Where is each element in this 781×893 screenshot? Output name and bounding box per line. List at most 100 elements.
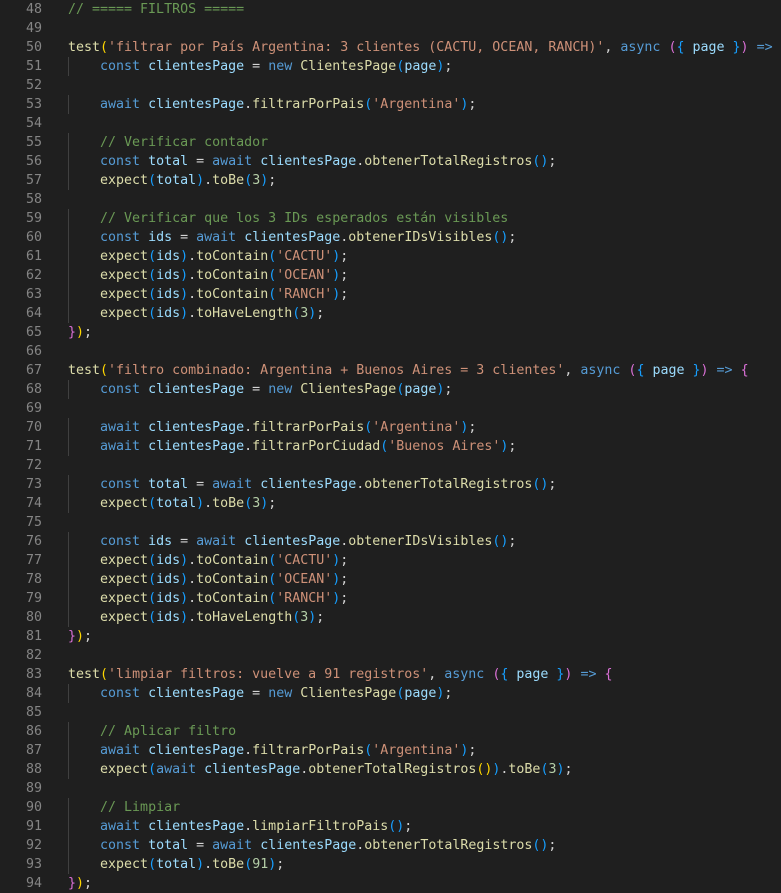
code-token: ( [148,762,157,777]
line-number: 82 [25,648,42,663]
code-token: ids [156,306,181,321]
line-number: 87 [25,743,42,758]
code-line[interactable]: 75 [0,513,781,532]
code-line[interactable]: 76 const ids = await clientesPage.obtene… [0,532,781,551]
code-text: expect(ids).toHaveLength(3); [68,304,324,323]
code-line[interactable]: 48 // ===== FILTROS ===== [0,0,781,19]
code-editor[interactable]: 48// ===== FILTROS ===== 49 50 test('filtra… [0,0,781,893]
line-number: 64 [25,306,42,321]
code-line[interactable]: 77 expect(ids).toContain('CACTU'); [0,551,781,570]
code-line[interactable]: 69 [0,399,781,418]
code-token: ids [156,610,181,625]
code-line[interactable]: 86 // Aplicar filtro [0,722,781,741]
code-line[interactable]: 79 expect(ids).toContain('RANCH'); [0,589,781,608]
code-token: toBe [212,173,245,188]
code-line[interactable]: 64 expect(ids).toHaveLength(3); [0,304,781,323]
code-token: clientesPage [204,762,301,777]
code-token: obtenerIDsVisibles [348,230,493,245]
code-line[interactable]: 55 // Verificar contador [0,133,781,152]
code-line[interactable]: 68 const clientesPage = new ClientesPage… [0,380,781,399]
code-line[interactable]: 87 await clientesPage.filtrarPorPais('Ar… [0,741,781,760]
code-line[interactable]: 89 [0,779,781,798]
code-token: await [100,743,141,758]
line-number: 66 [25,344,42,359]
code-line[interactable]: 56 const total = await clientesPage.obte… [0,152,781,171]
code-line[interactable]: 59 // Verificar que los 3 IDs esperados … [0,209,781,228]
code-line[interactable]: 66 [0,342,781,361]
code-token: ) [196,173,205,188]
code-token: expect [100,762,149,777]
code-line[interactable]: 74 expect(total).toBe(3); [0,494,781,513]
code-line[interactable]: 78 expect(ids).toContain('OCEAN'); [0,570,781,589]
code-line[interactable]: 50 test('filtrar por País Argentina: 3 cl… [0,38,781,57]
code-token: ( [148,496,157,511]
code-line[interactable]: 63 expect(ids).toContain('RANCH'); [0,285,781,304]
code-line[interactable]: 49 [0,19,781,38]
code-line[interactable]: 60 const ids = await clientesPage.obtene… [0,228,781,247]
code-token: => [756,40,773,55]
line-number: 76 [25,534,42,549]
code-line[interactable]: 58 [0,190,781,209]
code-line[interactable]: 88 expect(await clientesPage.obtenerTota… [0,760,781,779]
code-line[interactable]: 53 await clientesPage.filtrarPorPais('Ar… [0,95,781,114]
code-line[interactable]: 84 const clientesPage = new ClientesPage… [0,684,781,703]
code-token: ( [148,553,157,568]
code-line[interactable]: 82 [0,646,781,665]
code-token: ids [156,249,181,264]
line-number: 62 [25,268,42,283]
code-line[interactable]: 80 expect(ids).toHaveLength(3); [0,608,781,627]
code-line[interactable]: 83 test('limpiar filtros: vuelve a 91 reg… [0,665,781,684]
code-line[interactable]: 72 [0,456,781,475]
code-line[interactable]: 65}); [0,323,781,342]
code-line[interactable]: 85 [0,703,781,722]
code-line[interactable]: 81}); [0,627,781,646]
code-line[interactable]: 94}); [0,874,781,893]
code-token: obtenerIDsVisibles [348,534,493,549]
code-token: ids [156,572,181,587]
code-text: await clientesPage.filtrarPorPais('Argen… [68,741,476,760]
code-text: await clientesPage.filtrarPorPais('Argen… [68,418,476,437]
code-line[interactable]: 67 test('filtro combinado: Argentina + Bu… [0,361,781,380]
code-line[interactable]: 91 await clientesPage.limpiarFiltroPais(… [0,817,781,836]
line-number: 71 [25,439,42,454]
code-token: // Limpiar [100,800,181,815]
code-token: 'Argentina' [372,97,461,112]
code-token: ) [740,40,749,55]
code-token: => [716,363,733,378]
code-line[interactable]: 62 expect(ids).toContain('OCEAN'); [0,266,781,285]
code-line[interactable]: 71 await clientesPage.filtrarPorCiudad('… [0,437,781,456]
code-line[interactable]: 93 expect(total).toBe(91); [0,855,781,874]
code-token: filtrarPorPais [252,743,365,758]
code-line[interactable]: 52 [0,76,781,95]
code-token: toContain [196,553,269,568]
code-token: . [188,610,197,625]
code-line[interactable]: 54 [0,114,781,133]
code-line[interactable]: 70 await clientesPage.filtrarPorPais('Ar… [0,418,781,437]
code-line[interactable]: 51 const clientesPage = new ClientesPage… [0,57,781,76]
code-token: 'OCEAN' [276,572,333,587]
code-line[interactable]: 57 expect(total).toBe(3); [0,171,781,190]
code-line[interactable]: 61 expect(ids).toContain('CACTU'); [0,247,781,266]
code-text: expect(total).toBe(91); [68,855,284,874]
code-token: // ===== FILTROS ===== [68,2,245,17]
code-line[interactable]: 73 const total = await clientesPage.obte… [0,475,781,494]
code-text: const total = await clientesPage.obtener… [68,836,556,855]
code-token: 'filtrar por País Argentina: 3 clientes … [108,40,605,55]
code-line[interactable]: 90 // Limpiar [0,798,781,817]
code-text: const ids = await clientesPage.obtenerID… [68,228,516,247]
line-number: 92 [25,838,42,853]
code-token: ; [548,477,557,492]
code-line[interactable]: 92 const total = await clientesPage.obte… [0,836,781,855]
code-token: toContain [196,591,269,606]
